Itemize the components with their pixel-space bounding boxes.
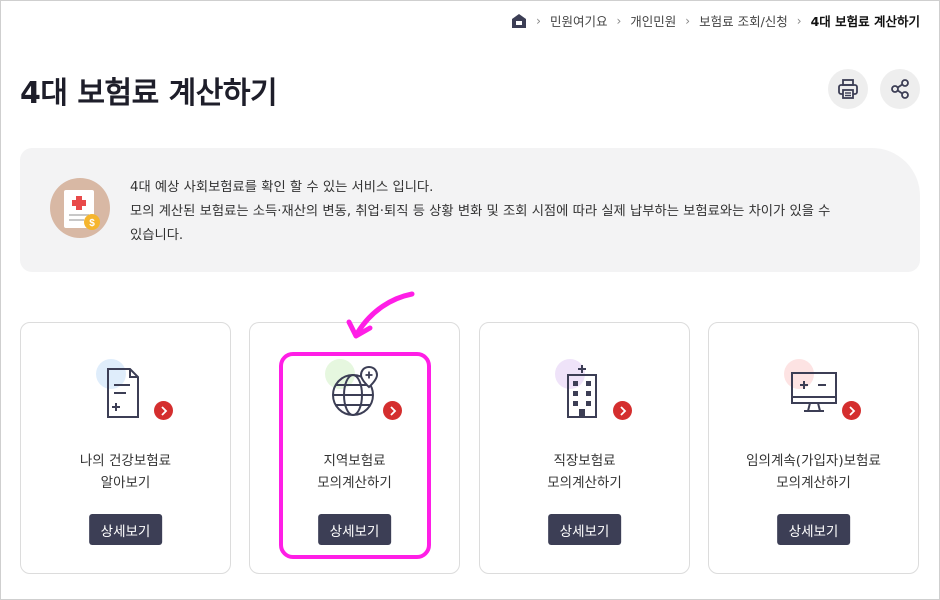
card-label-line: 모의계산하기 bbox=[547, 475, 622, 491]
chevron-right-icon: › bbox=[536, 13, 541, 28]
card-workplace-insurance[interactable]: 직장보험료 모의계산하기 상세보기 bbox=[479, 322, 690, 574]
card-label-line: 모의계산하기 bbox=[776, 475, 851, 491]
card-voluntary-insurance[interactable]: 임의계속(가입자)보험료 모의계산하기 상세보기 bbox=[708, 322, 919, 574]
info-line: 있습니다. bbox=[130, 228, 184, 243]
office-building-icon bbox=[555, 359, 632, 433]
card-label: 나의 건강보험료 알아보기 bbox=[21, 450, 230, 494]
annotation-arrow-icon bbox=[346, 291, 415, 339]
breadcrumb-item-minwon[interactable]: 민원여기요 bbox=[550, 11, 608, 30]
home-icon[interactable] bbox=[511, 13, 527, 29]
document-plus-icon bbox=[96, 359, 173, 433]
card-label: 임의계속(가입자)보험료 모의계산하기 bbox=[709, 450, 918, 494]
detail-button[interactable]: 상세보기 bbox=[776, 514, 851, 545]
printer-icon bbox=[838, 79, 858, 99]
chevron-right-icon: › bbox=[796, 13, 802, 28]
breadcrumb: › 민원여기요 › 개인민원 › 보험료 조회/신청 › 4대 보험료 계산하기 bbox=[511, 11, 920, 30]
arrow-badge-icon bbox=[613, 401, 632, 420]
card-label-line: 나의 건강보험료 bbox=[79, 453, 172, 469]
card-label-line: 직장보험료 bbox=[553, 453, 616, 469]
annotation-highlight bbox=[279, 352, 431, 559]
arrow-badge-icon bbox=[842, 401, 861, 420]
insurance-document-illustration: $ bbox=[50, 178, 110, 238]
card-label-line: 임의계속(가입자)보험료 bbox=[746, 453, 881, 469]
info-description: 4대 예상 사회보험료를 확인 할 수 있는 서비스 입니다. 모의 계산된 보… bbox=[130, 176, 890, 248]
monitor-calculator-icon bbox=[784, 359, 861, 433]
detail-button[interactable]: 상세보기 bbox=[88, 514, 163, 545]
detail-button[interactable]: 상세보기 bbox=[547, 514, 622, 545]
card-label: 직장보험료 모의계산하기 bbox=[480, 450, 689, 494]
svg-text:$: $ bbox=[89, 218, 95, 229]
page-title: 4대 보험료 계산하기 bbox=[20, 76, 278, 111]
breadcrumb-item-current: 4대 보험료 계산하기 bbox=[810, 14, 920, 29]
arrow-badge-icon bbox=[154, 401, 173, 420]
breadcrumb-item-personal[interactable]: 개인민원 bbox=[630, 11, 676, 30]
card-label-line: 알아보기 bbox=[100, 475, 151, 491]
chevron-right-icon: › bbox=[616, 13, 622, 28]
info-line: 모의 계산된 보험료는 소득·재산의 변동, 취업·퇴직 등 상황 변화 및 조… bbox=[130, 204, 831, 219]
info-line: 4대 예상 사회보험료를 확인 할 수 있는 서비스 입니다. bbox=[130, 180, 434, 195]
info-box: $ 4대 예상 사회보험료를 확인 할 수 있는 서비스 입니다. 모의 계산된… bbox=[20, 148, 920, 272]
share-icon bbox=[891, 79, 909, 99]
chevron-right-icon: › bbox=[685, 13, 691, 28]
card-health-insurance[interactable]: 나의 건강보험료 알아보기 상세보기 bbox=[20, 322, 231, 574]
breadcrumb-item-insurance-lookup[interactable]: 보험료 조회/신청 bbox=[699, 11, 788, 30]
print-button[interactable] bbox=[828, 69, 868, 109]
share-button[interactable] bbox=[880, 69, 920, 109]
